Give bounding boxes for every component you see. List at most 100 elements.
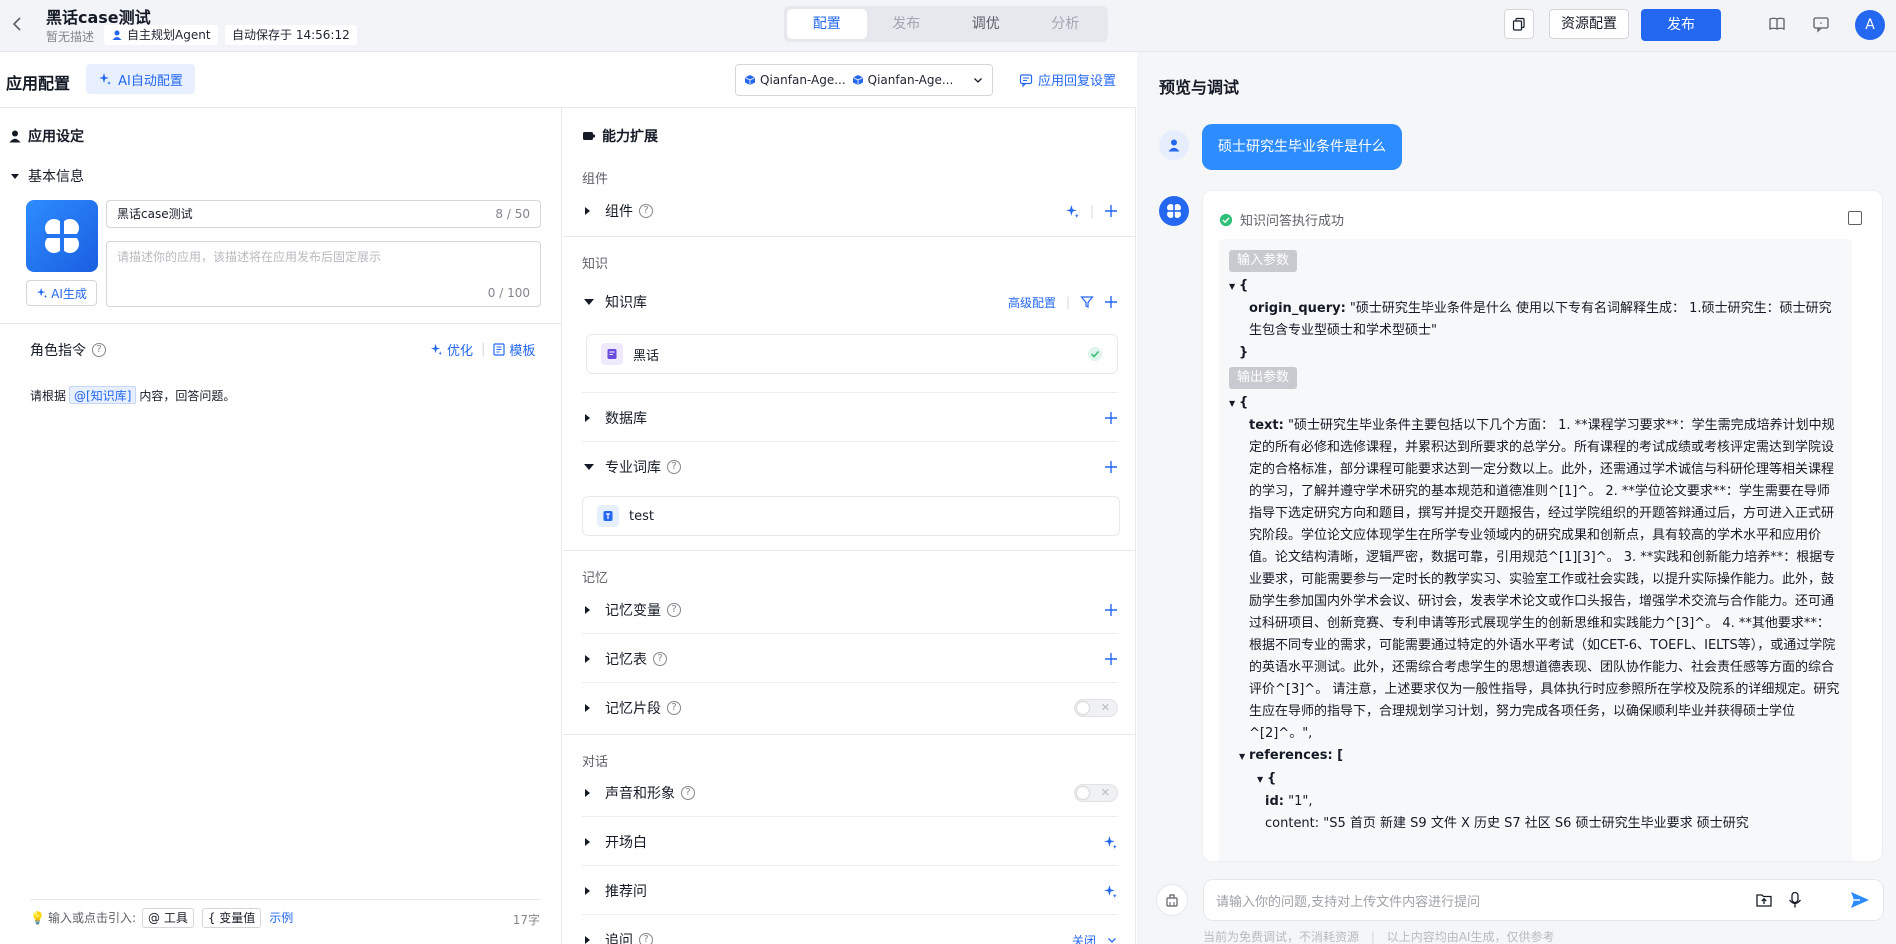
app-name-input[interactable]: 黑话case测试 8 / 50 — [106, 200, 541, 228]
insert-tool-chip[interactable]: @ 工具 — [142, 907, 194, 928]
row-voice[interactable]: 声音和形象? ✕ — [582, 773, 1118, 813]
publish-button[interactable]: 发布 — [1641, 9, 1721, 41]
tab-publish[interactable]: 发布 — [867, 9, 947, 39]
advanced-config-link[interactable]: 高级配置 — [1008, 294, 1056, 311]
send-icon[interactable] — [1849, 889, 1871, 911]
reply-settings-link[interactable]: 应用回复设置 — [1019, 70, 1116, 89]
chat-input[interactable]: 请输入你的问题,支持对上传文件内容进行提问 — [1203, 879, 1884, 921]
caret-right-icon — [585, 704, 590, 712]
feedback-icon[interactable] — [1811, 14, 1831, 34]
plus-icon[interactable] — [1104, 295, 1118, 309]
user-avatar[interactable]: A — [1855, 10, 1885, 40]
help-icon[interactable]: ? — [667, 603, 681, 617]
row-mem-clip-label: 记忆片段 — [605, 701, 661, 717]
insert-variable-chip[interactable]: { 变量值 — [201, 907, 262, 928]
plus-icon[interactable] — [1104, 411, 1118, 425]
followup-state[interactable]: 关闭 — [1072, 932, 1096, 944]
app-description-input[interactable]: 请描述你的应用，该描述将在应用发布后固定展示 0 / 100 — [106, 241, 541, 307]
row-memory-variable[interactable]: 记忆变量? — [582, 590, 1118, 630]
tab-analysis[interactable]: 分析 — [1026, 9, 1106, 39]
row-memory-table[interactable]: 记忆表? — [582, 639, 1118, 679]
caret-right-icon — [585, 789, 590, 797]
plus-icon[interactable] — [1104, 460, 1118, 474]
row-memory-clip[interactable]: 记忆片段? ✕ — [582, 688, 1118, 728]
example-link[interactable]: 示例 — [269, 909, 293, 926]
filter-icon[interactable] — [1080, 295, 1094, 309]
copy-button[interactable] — [1504, 9, 1534, 39]
model-select[interactable]: Qianfan-Age... Qianfan-Age... — [735, 64, 993, 96]
tab-config[interactable]: 配置 — [787, 9, 867, 39]
ai-auto-config-button[interactable]: AI自动配置 — [86, 64, 195, 94]
triangle-down-icon[interactable]: ▼ — [1257, 769, 1267, 791]
divider — [563, 550, 1135, 551]
top-header: 黑话case测试 暂无描述 自主规划Agent 自动保存于 14:56:12 配… — [0, 0, 1896, 52]
back-icon[interactable] — [8, 14, 28, 34]
document-icon — [601, 343, 623, 365]
help-icon[interactable]: ? — [639, 933, 653, 944]
agent-type-tag: 自主规划Agent — [104, 25, 218, 45]
role-text-prefix: 请根据 — [30, 388, 67, 403]
kb-item[interactable]: 黑话 — [586, 334, 1118, 374]
role-text-suffix: 内容，回答问题。 — [139, 388, 236, 403]
upload-file-icon[interactable] — [1755, 891, 1773, 909]
agent-tag-label: 自主规划Agent — [127, 28, 211, 42]
sparkle-icon — [99, 73, 112, 85]
cube-icon — [852, 75, 863, 85]
role-instruction-editor[interactable]: 请根据 @[知识库] 内容，回答问题。 — [30, 386, 235, 404]
separator: | — [1089, 204, 1094, 218]
optimize-button[interactable]: 优化 — [430, 340, 473, 359]
row-knowledge-base[interactable]: 知识库 高级配置 | — [582, 282, 1118, 322]
ai-generate-button[interactable]: AI生成 — [26, 280, 97, 306]
row-suggest[interactable]: 推荐问 — [582, 871, 1118, 911]
copy-icon — [1512, 17, 1525, 31]
resource-config-button[interactable]: 资源配置 — [1549, 9, 1629, 39]
app-description-count: 0 / 100 — [487, 286, 530, 300]
sparkle-icon — [430, 343, 443, 356]
help-icon[interactable]: ? — [653, 652, 667, 666]
clear-chat-button[interactable] — [1156, 884, 1188, 916]
model-name-1: Qianfan-Age... — [760, 73, 846, 87]
row-database[interactable]: 数据库 — [582, 398, 1118, 438]
template-button[interactable]: 模板 — [493, 340, 535, 359]
origin-query-key: origin_query: — [1249, 301, 1346, 316]
clover-logo-icon — [1166, 203, 1182, 219]
basic-info-toggle[interactable]: 基本信息 — [10, 166, 84, 186]
book-icon[interactable] — [1767, 14, 1787, 34]
row-component[interactable]: 组件? | — [582, 191, 1118, 231]
plus-icon[interactable] — [1104, 652, 1118, 666]
app-icon[interactable] — [26, 200, 98, 272]
help-icon[interactable]: ? — [639, 204, 653, 218]
config-header: 应用配置 AI自动配置 Qianfan-Age... Qianfan-Age..… — [0, 52, 1136, 108]
help-icon[interactable]: ? — [92, 343, 106, 357]
microphone-icon[interactable] — [1787, 891, 1803, 909]
plus-icon[interactable] — [1104, 603, 1118, 617]
help-icon[interactable]: ? — [667, 701, 681, 715]
sparkle-icon[interactable] — [1103, 884, 1118, 899]
help-icon[interactable]: ? — [667, 460, 681, 474]
execution-status[interactable]: 知识问答执行成功 — [1219, 210, 1344, 229]
chevron-down-icon[interactable] — [1106, 934, 1118, 944]
memory-clip-toggle[interactable]: ✕ — [1074, 699, 1118, 717]
terms-item[interactable]: test — [582, 496, 1120, 536]
triangle-down-icon[interactable]: ▼ — [1229, 393, 1239, 415]
tab-tune[interactable]: 调优 — [946, 9, 1026, 39]
caret-right-icon — [585, 606, 590, 614]
collapse-icon[interactable] — [1848, 211, 1862, 225]
row-kb-label: 知识库 — [605, 295, 647, 311]
agent-icon — [112, 30, 122, 40]
app-name-count: 8 / 50 — [495, 207, 530, 221]
help-icon[interactable]: ? — [681, 786, 695, 800]
knowledge-base-reference[interactable]: @[知识库] — [69, 386, 137, 404]
ai-auto-config-label: AI自动配置 — [118, 73, 183, 89]
role-instruction-label: 角色指令 — [30, 343, 86, 359]
plus-icon[interactable] — [1104, 204, 1118, 218]
caret-down-icon — [11, 174, 19, 179]
triangle-down-icon[interactable]: ▼ — [1239, 746, 1249, 768]
sparkle-icon[interactable] — [1065, 204, 1080, 219]
voice-toggle[interactable]: ✕ — [1074, 784, 1118, 802]
row-opening[interactable]: 开场白 — [582, 822, 1118, 862]
triangle-down-icon[interactable]: ▼ — [1229, 276, 1239, 298]
row-terms[interactable]: 专业词库? — [582, 447, 1118, 487]
sparkle-icon[interactable] — [1103, 835, 1118, 850]
row-followup[interactable]: 追问? 关闭 — [582, 920, 1118, 944]
